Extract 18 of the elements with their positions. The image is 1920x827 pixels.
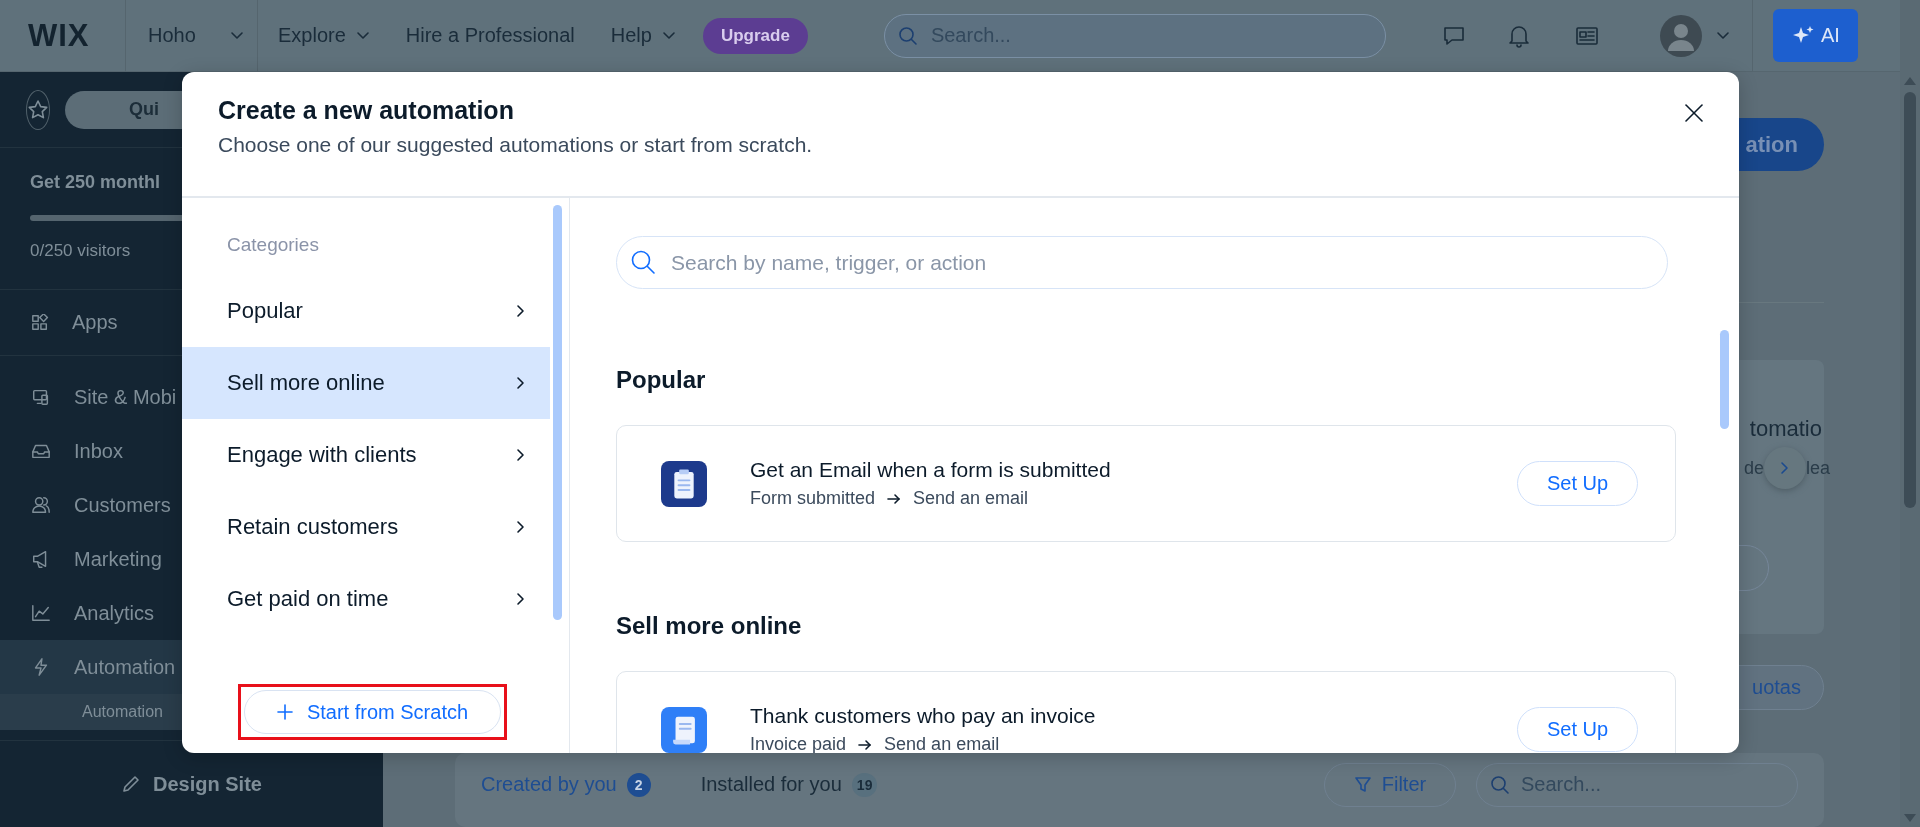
trigger-text: Form submitted: [750, 488, 876, 509]
action-text: Send an email: [884, 734, 1000, 753]
count-badge: 19: [851, 772, 878, 797]
dialog-title: Create a new automation: [218, 96, 514, 125]
visitor-count: 0/250 visitors: [30, 241, 131, 261]
card-title: tomatio: [1749, 416, 1823, 442]
dialog-subtitle: Choose one of our suggested automations or start from scratch.: [218, 133, 813, 157]
template-title: Get an Email when a form is submitted: [750, 458, 1111, 482]
action-text: Send an email: [913, 488, 1029, 509]
section-heading: Sell more online: [616, 612, 803, 641]
trigger-text: Invoice paid: [750, 734, 847, 753]
section-heading: Popular: [616, 366, 707, 395]
card-text: lea: [1805, 457, 1830, 479]
count-badge: 2: [626, 772, 651, 797]
promo-title: Get 250 monthl: [30, 172, 161, 193]
template-title: Thank customers who pay an invoice: [750, 704, 1096, 728]
card-text: de: [1743, 457, 1764, 479]
section-label: Categories: [227, 233, 319, 256]
